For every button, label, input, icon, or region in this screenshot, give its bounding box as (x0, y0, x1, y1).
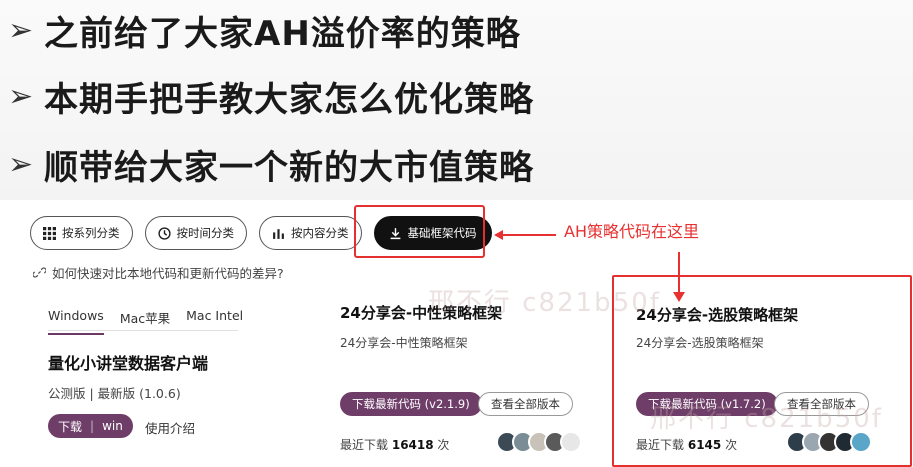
tab-label: 按时间分类 (176, 226, 235, 240)
headline-text: 本期手把手教大家怎么优化策略 (44, 80, 534, 120)
avatar (560, 431, 582, 453)
tab-by-series[interactable]: 按系列分类 (30, 216, 133, 250)
headline-text: 顺带给大家一个新的大市值策略 (44, 148, 534, 188)
client-title: 量化小讲堂数据客户端 (48, 354, 209, 373)
highlight-box (354, 205, 485, 258)
separator: | (90, 419, 95, 433)
link-icon (33, 267, 46, 278)
platform-label: win (102, 419, 123, 433)
client-version: 公测版 | 最新版 (1.0.6) (48, 386, 181, 401)
tab-by-content[interactable]: 按内容分类 (259, 216, 362, 250)
grid-icon (43, 226, 56, 240)
bullet-arrow-icon: ➢ (8, 13, 34, 48)
card-title: 24分享会-中性策略框架 (340, 304, 503, 322)
card-subtitle: 24分享会-中性策略框架 (340, 336, 468, 350)
headline-3: ➢ 顺带给大家一个新的大市值策略 (8, 140, 534, 189)
recent-downloads: 最近下载 16418 次 (340, 436, 449, 453)
bullet-arrow-icon: ➢ (8, 79, 34, 114)
avatar-group (496, 431, 582, 453)
headline-1: ➢ 之前给了大家AH溢价率的策略 (8, 6, 521, 55)
headline-text: 之前给了大家AH溢价率的策略 (44, 14, 521, 54)
usage-guide-link[interactable]: 使用介绍 (145, 418, 195, 437)
bullet-arrow-icon: ➢ (8, 147, 34, 182)
download-label: 下载 (58, 419, 83, 434)
annotation-arrow-icon (494, 230, 556, 240)
diff-link-text: 如何快速对比本地代码和更新代码的差异? (52, 266, 284, 281)
tab-label: 按内容分类 (291, 226, 349, 240)
recent-unit: 次 (437, 438, 450, 452)
tab-by-time[interactable]: 按时间分类 (144, 216, 247, 250)
headline-2: ➢ 本期手把手教大家怎么优化策略 (8, 72, 534, 121)
recent-count: 16418 (391, 438, 434, 452)
divider (48, 330, 238, 331)
tab-label: 按系列分类 (62, 226, 120, 240)
bar-chart-icon (273, 228, 284, 239)
client-download-button[interactable]: 下载 | win (48, 414, 133, 438)
highlight-box (612, 275, 912, 467)
diff-help-link[interactable]: 如何快速对比本地代码和更新代码的差异? (33, 263, 284, 282)
view-all-versions-button[interactable]: 查看全部版本 (478, 392, 573, 416)
clock-icon (157, 226, 171, 240)
annotation-text: AH策略代码在这里 (564, 222, 699, 241)
download-latest-button[interactable]: 下载最新代码 (v2.1.9) (340, 392, 482, 416)
recent-label: 最近下载 (340, 438, 389, 452)
